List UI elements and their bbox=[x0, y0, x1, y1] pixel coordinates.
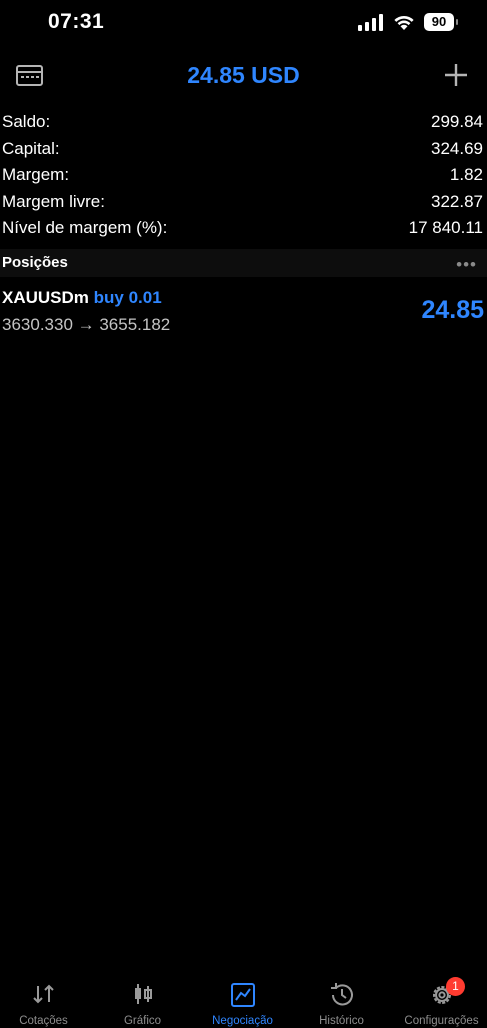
battery-icon: 90 bbox=[424, 13, 458, 31]
summary-label: Capital: bbox=[2, 138, 60, 158]
more-options-icon[interactable]: ••• bbox=[456, 255, 477, 275]
summary-row-free-margin: Margem livre: 322.87 bbox=[0, 189, 487, 216]
position-row[interactable]: XAUUSDm buy 0.01 3630.330 → 3655.182 24.… bbox=[0, 284, 487, 344]
status-bar: 07:31 90 bbox=[0, 0, 487, 46]
position-symbol: XAUUSDm bbox=[2, 288, 89, 307]
summary-value: 1.82 bbox=[449, 165, 483, 185]
header: 24.85 USD bbox=[0, 56, 487, 96]
summary-row-margin-level: Nível de margem (%): 17 840.11 bbox=[0, 215, 487, 242]
summary-value: 299.84 bbox=[431, 112, 483, 132]
tab-settings[interactable]: 1 Configurações bbox=[393, 976, 487, 1028]
history-icon bbox=[330, 983, 353, 1006]
cellular-signal-icon bbox=[358, 14, 384, 31]
tab-label: Negociação bbox=[212, 1015, 273, 1027]
notification-badge: 1 bbox=[446, 977, 465, 996]
trade-icon bbox=[230, 983, 255, 1007]
tab-bar: Cotações Gráfico Negociação Histórico 1 … bbox=[0, 976, 487, 1028]
tab-chart[interactable]: Gráfico bbox=[94, 976, 191, 1028]
tab-label: Configurações bbox=[404, 1015, 479, 1027]
summary-value: 324.69 bbox=[431, 138, 483, 158]
positions-section-header: Posições ••• bbox=[0, 249, 487, 277]
position-profit: 24.85 bbox=[421, 296, 484, 324]
summary-value: 322.87 bbox=[431, 191, 483, 211]
plus-icon bbox=[445, 64, 467, 86]
summary-label: Margem livre: bbox=[2, 191, 105, 211]
tab-label: Gráfico bbox=[123, 1015, 162, 1027]
summary-value: 17 840.11 bbox=[408, 218, 483, 238]
position-symbol-line: XAUUSDm buy 0.01 bbox=[2, 288, 162, 308]
summary-row-margin: Margem: 1.82 bbox=[0, 162, 487, 189]
summary-label: Nível de margem (%): bbox=[2, 218, 168, 238]
summary-row-balance: Saldo: 299.84 bbox=[0, 109, 487, 136]
tab-quotes[interactable]: Cotações bbox=[0, 976, 92, 1028]
position-side: buy 0.01 bbox=[93, 288, 162, 307]
summary-label: Margem: bbox=[2, 165, 70, 185]
summary-row-equity: Capital: 324.69 bbox=[0, 136, 487, 163]
positions-title: Posições bbox=[2, 254, 68, 271]
chart-icon bbox=[134, 984, 152, 1004]
new-order-button[interactable] bbox=[440, 58, 472, 92]
tab-history[interactable]: Histórico bbox=[293, 976, 390, 1028]
quotes-icon bbox=[32, 984, 54, 1004]
tab-label: Histórico bbox=[319, 1015, 364, 1027]
status-time: 07:31 bbox=[48, 10, 105, 33]
position-prices: 3630.330 → 3655.182 bbox=[2, 315, 171, 334]
profit-title: 24.85 USD bbox=[187, 62, 300, 88]
account-summary: Saldo: 299.84 Capital: 324.69 Margem: 1.… bbox=[0, 109, 487, 242]
summary-label: Saldo: bbox=[2, 112, 51, 132]
tab-label: Cotações bbox=[19, 1015, 68, 1027]
tab-trade[interactable]: Negociação bbox=[194, 976, 291, 1028]
wifi-icon bbox=[394, 15, 414, 30]
